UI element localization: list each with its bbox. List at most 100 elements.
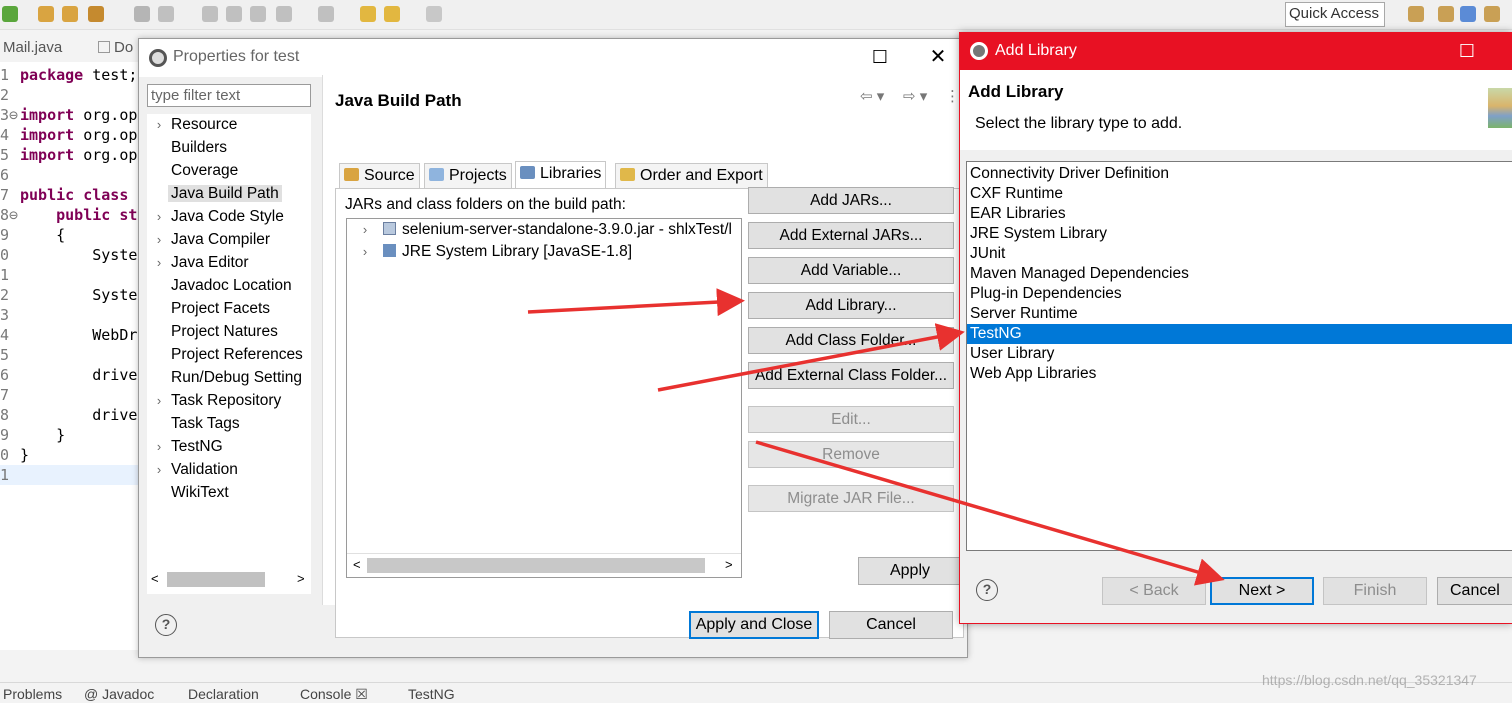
side-button[interactable]: Remove <box>748 441 954 468</box>
code-line[interactable]: 2 <box>0 85 140 105</box>
library-type-item[interactable]: Server Runtime <box>967 304 1512 324</box>
tree-hscrollbar[interactable]: < > <box>147 569 311 591</box>
block-select-icon[interactable] <box>226 6 242 22</box>
help-icon[interactable]: ? <box>976 579 998 601</box>
side-button[interactable]: Migrate JAR File... <box>748 485 954 512</box>
tree-item[interactable]: Project Natures <box>147 321 278 343</box>
apply-and-close-button[interactable]: Apply and Close <box>689 611 819 639</box>
maximize-icon[interactable]: ☐ <box>1454 39 1480 63</box>
jar-item-selenium[interactable]: › selenium-server-standalone-3.9.0.jar - … <box>353 219 739 241</box>
search-icon[interactable] <box>134 6 150 22</box>
scroll-left-icon[interactable]: < <box>353 557 361 572</box>
tree-item[interactable]: Javadoc Location <box>147 275 292 297</box>
code-line[interactable]: 6 <box>0 165 140 185</box>
cancel-button[interactable]: Cancel <box>829 611 953 639</box>
tree-item[interactable]: Builders <box>147 137 227 159</box>
code-line[interactable]: 4 WebDr <box>0 325 140 345</box>
tree-item[interactable]: › Java Code Style <box>147 206 284 228</box>
code-line[interactable]: 0} <box>0 445 140 465</box>
properties-titlebar[interactable]: Properties for test ☐ ✕ <box>139 39 967 77</box>
library-type-item[interactable]: TestNG <box>967 324 1512 344</box>
tab-libraries[interactable]: Libraries <box>515 161 607 189</box>
prev-annotation-icon[interactable] <box>318 6 334 22</box>
open-project-icon[interactable] <box>62 6 78 22</box>
tree-item[interactable]: Coverage <box>147 160 238 182</box>
code-line[interactable]: 1 <box>0 465 140 485</box>
tab-problems[interactable]: Problems <box>3 686 62 702</box>
expand-chevron-icon[interactable]: › <box>147 114 171 136</box>
scroll-left-icon[interactable]: < <box>151 571 159 586</box>
expand-chevron-icon[interactable]: › <box>147 390 171 412</box>
back-button[interactable]: < Back <box>1102 577 1206 605</box>
expand-chevron-icon[interactable]: › <box>147 206 171 228</box>
library-type-item[interactable]: EAR Libraries <box>967 204 1512 224</box>
library-type-item[interactable]: User Library <box>967 344 1512 364</box>
code-line[interactable]: 5 <box>0 345 140 365</box>
tree-item[interactable]: WikiText <box>147 482 229 504</box>
library-type-list[interactable]: Connectivity Driver Definition CXF Runtim… <box>966 161 1512 551</box>
library-type-item[interactable]: CXF Runtime <box>967 184 1512 204</box>
library-type-item[interactable]: JUnit <box>967 244 1512 264</box>
add-library-titlebar[interactable]: Add Library ☐ <box>960 33 1512 70</box>
back-nav-icon[interactable]: ⇦ ▾ <box>860 87 884 105</box>
close-icon[interactable]: ✕ <box>925 45 951 69</box>
side-button[interactable]: Add External JARs... <box>748 222 954 249</box>
tree-item[interactable]: Project Facets <box>147 298 270 320</box>
library-type-item[interactable]: Maven Managed Dependencies <box>967 264 1512 284</box>
tree-item[interactable]: › Java Editor <box>147 252 249 274</box>
jar-list[interactable]: › selenium-server-standalone-3.9.0.jar - … <box>346 218 742 578</box>
scroll-thumb[interactable] <box>167 572 265 587</box>
tab-declaration[interactable]: Declaration <box>188 686 259 702</box>
cancel-button[interactable]: Cancel <box>1437 577 1512 605</box>
library-type-item[interactable]: JRE System Library <box>967 224 1512 244</box>
code-line[interactable]: 8⊖ public st <box>0 205 140 225</box>
code-line[interactable]: 9 } <box>0 425 140 445</box>
expand-chevron-icon[interactable]: › <box>147 436 171 458</box>
code-line[interactable]: 1 <box>0 265 140 285</box>
expand-chevron-icon[interactable]: › <box>147 459 171 481</box>
code-editor[interactable]: 1 package test; 2 3⊖ import org.op 4 import or… <box>0 62 140 650</box>
java-perspective-icon[interactable] <box>1460 6 1476 22</box>
tab-order-export[interactable]: Order and Export <box>615 163 768 189</box>
scroll-right-icon[interactable]: > <box>297 571 305 586</box>
pilcrow-icon[interactable] <box>250 6 266 22</box>
tree-item[interactable]: Run/Debug Setting <box>147 367 302 389</box>
library-type-item[interactable]: Web App Libraries <box>967 364 1512 384</box>
finish-button[interactable]: Finish <box>1323 577 1427 605</box>
last-edit-icon[interactable] <box>360 6 376 22</box>
tree-item[interactable]: › Task Repository <box>147 390 281 412</box>
library-type-item[interactable]: Plug-in Dependencies <box>967 284 1512 304</box>
scroll-right-icon[interactable]: > <box>725 557 733 572</box>
expand-chevron-icon[interactable]: › <box>147 252 171 274</box>
tree-item[interactable]: Java Build Path <box>147 183 282 205</box>
expand-chevron-icon[interactable]: › <box>147 229 171 251</box>
editor-tab-do[interactable]: Do <box>98 39 133 56</box>
editor-tab-mail[interactable]: Mail.java <box>3 39 62 56</box>
tab-javadoc[interactable]: @ Javadoc <box>84 686 154 702</box>
tab-console[interactable]: Console ☒ <box>300 686 368 703</box>
side-button[interactable]: Add Variable... <box>748 257 954 284</box>
tree-item[interactable]: › Validation <box>147 459 238 481</box>
code-line[interactable]: 7 <box>0 385 140 405</box>
library-type-item[interactable]: Connectivity Driver Definition <box>967 164 1512 184</box>
quick-access-field[interactable]: Quick Access <box>1285 2 1385 27</box>
filter-input[interactable]: type filter text <box>147 84 311 107</box>
open-folder-icon[interactable] <box>38 6 54 22</box>
run-icon[interactable] <box>2 6 18 22</box>
jar-item-jre[interactable]: › JRE System Library [JavaSE-1.8] <box>353 241 739 263</box>
tree-item[interactable]: › Resource <box>147 114 238 136</box>
ee-perspective-icon[interactable] <box>1484 6 1500 22</box>
side-button[interactable]: Add Library... <box>748 292 954 319</box>
tree-item[interactable]: Task Tags <box>147 413 240 435</box>
annotation-icon[interactable] <box>158 6 174 22</box>
next-annotation-icon[interactable] <box>276 6 292 22</box>
code-line[interactable]: 7 public class <box>0 185 140 205</box>
forward-icon[interactable] <box>426 6 442 22</box>
tab-testng[interactable]: TestNG <box>408 686 455 702</box>
side-button[interactable]: Add Class Folder... <box>748 327 954 354</box>
code-line[interactable]: 6 drive <box>0 365 140 385</box>
code-line[interactable]: 3⊖ import org.op <box>0 105 140 125</box>
tree-item[interactable]: Project References <box>147 344 303 366</box>
toggle-icon[interactable] <box>202 6 218 22</box>
apply-button[interactable]: Apply <box>858 557 962 585</box>
